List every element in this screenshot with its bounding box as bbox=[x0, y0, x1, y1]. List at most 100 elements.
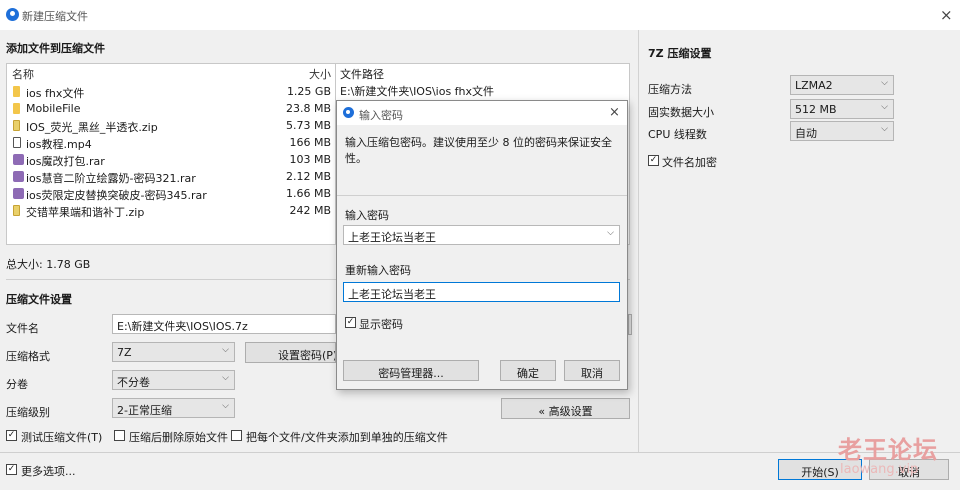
password-dialog: 输入密码 × 输入压缩包密码。建议使用至少 8 位的密码来保证安全性。 输入密码… bbox=[336, 100, 628, 390]
browse-button-edge[interactable] bbox=[628, 314, 632, 335]
column-size[interactable]: 大小 bbox=[309, 66, 331, 82]
file-name: ios fhx文件 bbox=[26, 87, 85, 100]
file-row[interactable]: IOS_荧光_黑丝_半透衣.zip 5.73 MB bbox=[7, 117, 335, 134]
close-icon[interactable]: × bbox=[940, 6, 953, 24]
path-cell: E:\新建文件夹\IOS\ios fhx文件 bbox=[340, 85, 495, 98]
file-row[interactable]: 交错苹果端和谐补丁.zip 242 MB bbox=[7, 202, 335, 219]
file-list[interactable]: 名称 大小 ios fhx文件 1.25 GB MobileFile 23.8 MB I… bbox=[6, 63, 336, 245]
solid-size-select[interactable]: 512 MB ⌵ bbox=[790, 99, 894, 119]
compress-settings-title: 压缩文件设置 bbox=[6, 293, 72, 306]
ok-button[interactable]: 确定 bbox=[500, 360, 556, 381]
repeat-password-input[interactable]: 上老王论坛当老王 bbox=[343, 282, 620, 302]
filename-input[interactable]: E:\新建文件夹\IOS\IOS.7z bbox=[112, 314, 336, 334]
chevron-down-icon: ⌵ bbox=[881, 102, 888, 112]
encrypt-names-checkbox[interactable]: ✓ bbox=[648, 155, 659, 166]
file-size: 242 MB bbox=[289, 204, 331, 217]
file-size: 1.25 GB bbox=[286, 85, 331, 98]
mp4-icon bbox=[13, 137, 21, 148]
dialog-title: 输入密码 bbox=[359, 109, 403, 122]
watermark-text: 老王论坛 bbox=[838, 436, 938, 464]
file-row[interactable]: ios fhx文件 1.25 GB bbox=[7, 83, 335, 100]
method-value: LZMA2 bbox=[795, 79, 833, 92]
repeat-password-label: 重新输入密码 bbox=[345, 264, 411, 277]
file-name: ios慧音二阶立绘露奶-密码321.rar bbox=[26, 172, 196, 185]
file-name: ios荧限定皮替换突破皮-密码345.rar bbox=[26, 189, 207, 202]
rar-icon bbox=[13, 154, 24, 165]
chevron-down-icon: ⌵ bbox=[222, 401, 229, 411]
dialog-cancel-button[interactable]: 取消 bbox=[564, 360, 620, 381]
zip-icon bbox=[13, 120, 20, 131]
window-title: 新建压缩文件 bbox=[22, 10, 88, 23]
cpu-threads-value: 自动 bbox=[795, 127, 817, 140]
files-section-title: 添加文件到压缩文件 bbox=[6, 42, 105, 55]
file-name: 交错苹果端和谐补丁.zip bbox=[26, 206, 145, 219]
dialog-logo-icon bbox=[343, 107, 354, 118]
panel-divider bbox=[638, 30, 639, 452]
sevenz-settings-title: 7Z 压缩设置 bbox=[648, 47, 712, 60]
title-bar bbox=[0, 0, 960, 30]
divider bbox=[337, 195, 627, 196]
chevron-down-icon: ⌵ bbox=[881, 124, 888, 134]
cpu-threads-label: CPU 线程数 bbox=[648, 128, 707, 141]
format-value: 7Z bbox=[117, 346, 132, 359]
separate-archives-checkbox[interactable] bbox=[231, 430, 242, 441]
delete-original-label: 压缩后删除原始文件 bbox=[129, 431, 228, 444]
method-label: 压缩方法 bbox=[648, 83, 692, 96]
level-label: 压缩级别 bbox=[6, 406, 50, 419]
column-name[interactable]: 名称 bbox=[12, 66, 34, 82]
password-value: 上老王论坛当老王 bbox=[348, 231, 436, 244]
encrypt-names-label: 文件名加密 bbox=[662, 156, 717, 169]
column-path[interactable]: 文件路径 bbox=[340, 66, 384, 82]
filename-label: 文件名 bbox=[6, 322, 39, 335]
total-size: 总大小: 1.78 GB bbox=[6, 258, 91, 271]
password-input[interactable]: 上老王论坛当老王 ⌵ bbox=[343, 225, 620, 245]
solid-size-value: 512 MB bbox=[795, 103, 837, 116]
file-size: 5.73 MB bbox=[285, 119, 331, 132]
chevron-down-icon: ⌵ bbox=[222, 373, 229, 383]
chevron-down-icon: ⌵ bbox=[222, 345, 229, 355]
folder-icon bbox=[13, 86, 20, 97]
show-password-label: 显示密码 bbox=[359, 318, 403, 331]
chevron-down-icon: ⌵ bbox=[881, 78, 888, 88]
rar-icon bbox=[13, 171, 24, 182]
file-name: ios教程.mp4 bbox=[26, 138, 92, 151]
file-name: IOS_荧光_黑丝_半透衣.zip bbox=[26, 121, 158, 134]
chevron-down-icon[interactable]: ⌵ bbox=[607, 228, 614, 238]
file-name: MobileFile bbox=[26, 102, 81, 115]
test-archive-label: 测试压缩文件(T) bbox=[21, 431, 103, 444]
dialog-instruction: 输入压缩包密码。建议使用至少 8 位的密码来保证安全性。 bbox=[345, 136, 612, 165]
set-password-button[interactable]: 设置密码(P)... bbox=[245, 342, 336, 363]
file-row[interactable]: ios慧音二阶立绘露奶-密码321.rar 2.12 MB bbox=[7, 168, 335, 185]
password-label: 输入密码 bbox=[345, 209, 389, 222]
format-select[interactable]: 7Z ⌵ bbox=[112, 342, 235, 362]
more-options-checkbox[interactable]: ✓ bbox=[6, 464, 17, 475]
file-row[interactable]: ios魔改打包.rar 103 MB bbox=[7, 151, 335, 168]
test-archive-checkbox[interactable]: ✓ bbox=[6, 430, 17, 441]
file-size: 23.8 MB bbox=[285, 102, 331, 115]
delete-original-checkbox[interactable] bbox=[114, 430, 125, 441]
file-size: 2.12 MB bbox=[285, 170, 331, 183]
method-select[interactable]: LZMA2 ⌵ bbox=[790, 75, 894, 95]
zip-icon bbox=[13, 205, 20, 216]
file-row[interactable]: ios荧限定皮替换突破皮-密码345.rar 1.66 MB bbox=[7, 185, 335, 202]
separate-archives-label: 把每个文件/文件夹添加到单独的压缩文件 bbox=[246, 431, 448, 444]
format-label: 压缩格式 bbox=[6, 350, 50, 363]
level-select[interactable]: 2-正常压缩 ⌵ bbox=[112, 398, 235, 418]
folder-icon bbox=[13, 103, 20, 114]
password-manager-button[interactable]: 密码管理器... bbox=[343, 360, 479, 381]
close-icon[interactable]: × bbox=[609, 105, 620, 120]
watermark-url: laowang.vip bbox=[840, 462, 919, 477]
file-list-header: 名称 大小 bbox=[7, 66, 335, 82]
solid-size-label: 固实数据大小 bbox=[648, 106, 714, 119]
file-row[interactable]: MobileFile 23.8 MB bbox=[7, 100, 335, 117]
split-select[interactable]: 不分卷 ⌵ bbox=[112, 370, 235, 390]
cpu-threads-select[interactable]: 自动 ⌵ bbox=[790, 121, 894, 141]
show-password-checkbox[interactable]: ✓ bbox=[345, 317, 356, 328]
split-label: 分卷 bbox=[6, 378, 28, 391]
file-size: 166 MB bbox=[289, 136, 331, 149]
split-value: 不分卷 bbox=[117, 376, 150, 389]
advanced-settings-button[interactable]: « 高级设置 bbox=[501, 398, 630, 419]
divider bbox=[0, 452, 960, 453]
file-row[interactable]: ios教程.mp4 166 MB bbox=[7, 134, 335, 151]
app-logo-icon bbox=[6, 8, 19, 21]
